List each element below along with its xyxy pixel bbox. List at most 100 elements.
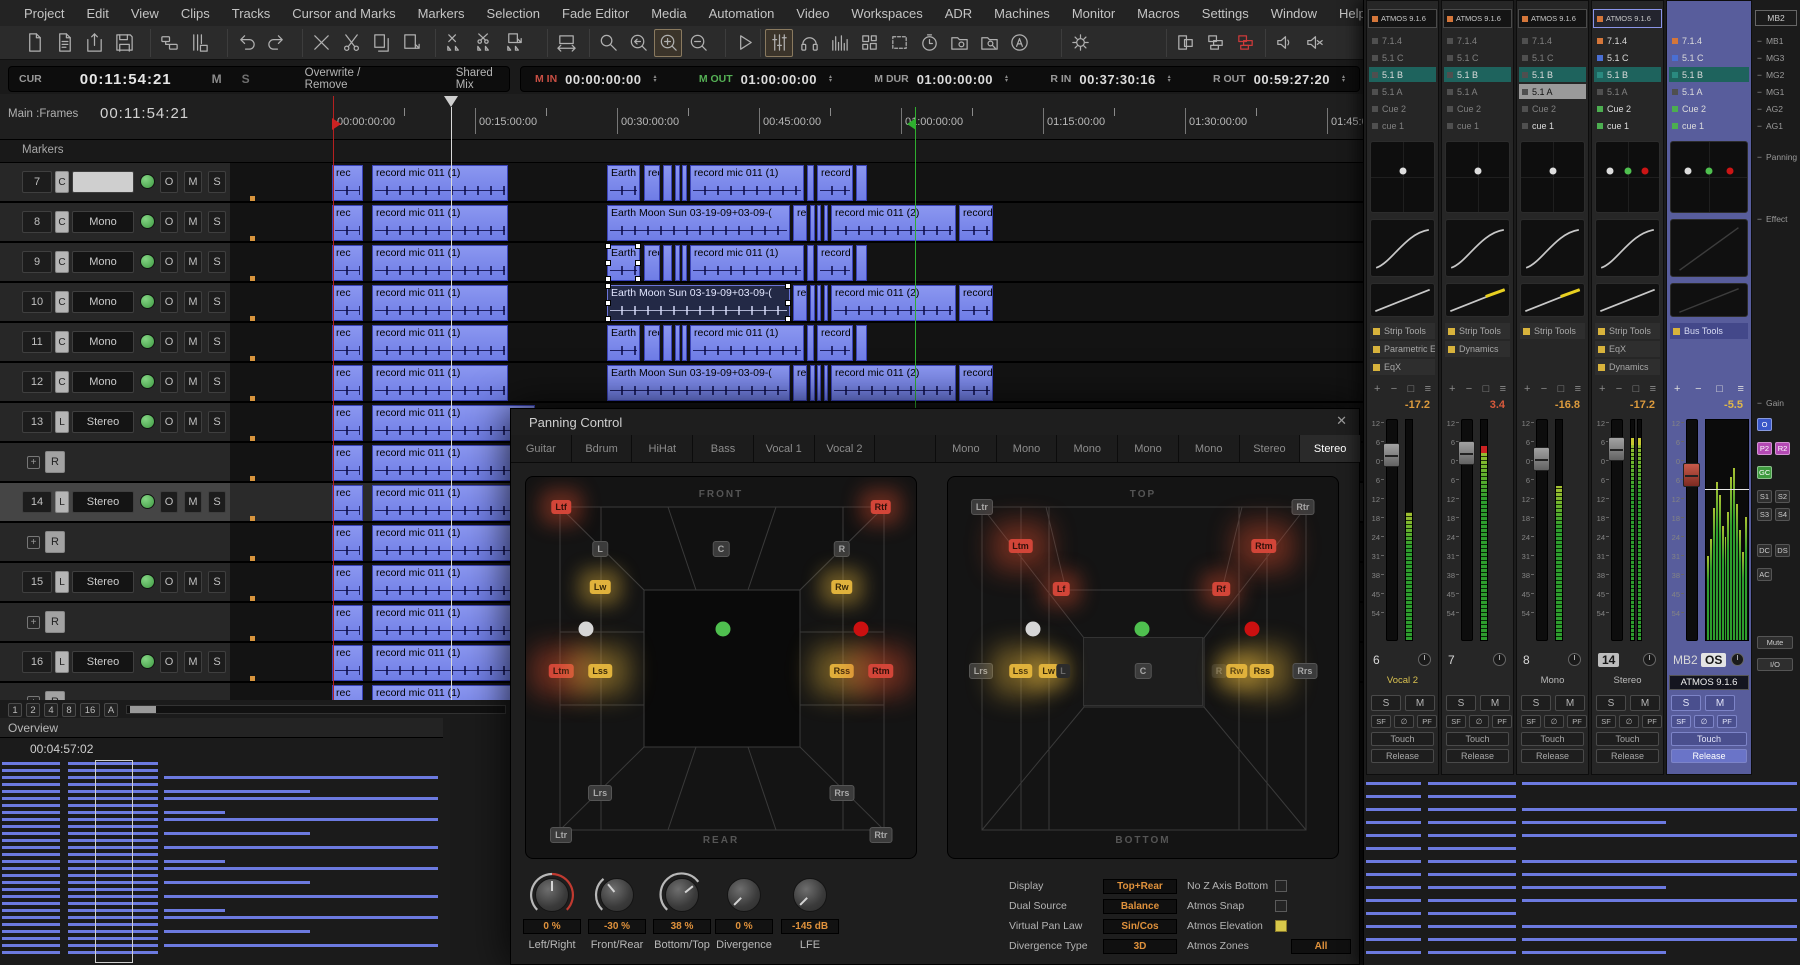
strip-header[interactable]: ATMOS 9.1.6	[1443, 9, 1512, 28]
audio-clip[interactable]: record mic 011 (2)	[831, 285, 956, 321]
pad-pan-dot[interactable]	[1706, 168, 1713, 175]
audio-clip[interactable]: Earth Moon Sun 03-19-09+03-09-(	[607, 325, 640, 361]
dialog-tab-guitar[interactable]: Guitar	[511, 435, 572, 462]
channel-mute-button[interactable]: M	[1555, 695, 1585, 711]
track-header[interactable]: 15LStereoOMS	[0, 563, 230, 601]
audio-clip[interactable]	[824, 285, 828, 321]
audio-clip[interactable]: rec	[332, 525, 363, 561]
bus-row-cue-2[interactable]: Cue 2	[1594, 101, 1661, 116]
footer-icon-1[interactable]: −	[1541, 383, 1547, 395]
audio-clip[interactable]	[682, 245, 687, 281]
track-mute-button[interactable]: M	[184, 291, 202, 313]
edit-mode-button[interactable]: Overwrite / Remove	[305, 67, 398, 91]
gain-curve-box[interactable]	[1445, 283, 1510, 317]
channel-pan-knob[interactable]	[1643, 653, 1656, 666]
audio-clip[interactable]	[856, 325, 867, 361]
bus-row-5-1-c[interactable]: 5.1 C	[1594, 50, 1661, 65]
dialog-tab-hihat[interactable]: HiHat	[632, 435, 693, 462]
audio-clip[interactable]	[810, 285, 815, 321]
track-open-button[interactable]: O	[160, 331, 178, 353]
mini-button-0[interactable]: SF	[1371, 715, 1391, 728]
dialog-tab-bdrum[interactable]: Bdrum	[572, 435, 633, 462]
rail-chip-s1[interactable]: S1	[1757, 490, 1772, 503]
strip-header[interactable]: ATMOS 9.1.6	[1368, 9, 1437, 28]
audio-clip[interactable]: Earth Moon Sun 03-19-09+03-09-(	[607, 285, 790, 321]
mini-button-0[interactable]: SF	[1671, 715, 1691, 728]
fader-handle[interactable]	[1458, 441, 1475, 465]
clip-selection-handle[interactable]	[605, 276, 611, 282]
track-header[interactable]: 9CMonoOMS	[0, 243, 230, 281]
bus-row-7-1-4[interactable]: 7.1.4	[1669, 33, 1749, 48]
clip-selection-handle[interactable]	[635, 276, 641, 282]
track-open-button[interactable]: O	[160, 211, 178, 233]
bus-row-7-1-4[interactable]: 7.1.4	[1369, 33, 1436, 48]
layers-red-icon[interactable]	[1231, 29, 1259, 57]
expand-icon[interactable]: +	[27, 456, 40, 469]
footer-icon-1[interactable]: −	[1466, 383, 1472, 395]
import-doc-icon[interactable]	[80, 29, 108, 57]
search-icon[interactable]	[594, 29, 622, 57]
bus-row-5-1-b[interactable]: 5.1 B	[1594, 67, 1661, 82]
mini-button-1[interactable]: ∅	[1544, 715, 1564, 728]
rail-item-ag2[interactable]: −AG2	[1757, 104, 1783, 114]
workspace-icon[interactable]	[855, 29, 883, 57]
audio-clip[interactable]	[682, 165, 687, 201]
release-button[interactable]: Release	[1671, 749, 1747, 763]
fader-handle[interactable]	[1608, 437, 1625, 461]
audio-clip[interactable]: record mic 011 (1)	[372, 165, 508, 201]
track-header[interactable]: +R	[0, 603, 230, 641]
bus-row-5-1-c[interactable]: 5.1 C	[1444, 50, 1511, 65]
gain-value[interactable]: -17.2	[1630, 399, 1655, 411]
layers-normal-icon[interactable]	[1171, 29, 1199, 57]
track-solo-button[interactable]: S	[208, 211, 226, 233]
bus-row-5-1-c[interactable]: 5.1 C	[1519, 50, 1586, 65]
audio-clip[interactable]: record mic 011 (1)	[644, 165, 660, 201]
audio-clip[interactable]: record mic 011 (2)	[817, 245, 853, 281]
audio-clip[interactable]: rec	[332, 205, 363, 241]
track-header[interactable]: 13LStereoOMS	[0, 403, 230, 441]
zoom-slider-handle[interactable]	[130, 706, 156, 713]
rail-item-mg1[interactable]: −MG1	[1757, 87, 1784, 97]
track-mute-button[interactable]: M	[184, 211, 202, 233]
channel-number[interactable]: 7	[1448, 653, 1455, 667]
track-open-button[interactable]: O	[160, 171, 178, 193]
rail-chip-dc[interactable]: DC	[1757, 544, 1772, 557]
mix-selector[interactable]: Shared Mix	[456, 67, 509, 91]
rail-chip-s4[interactable]: S4	[1775, 508, 1790, 521]
audio-clip[interactable]: record mic 011 (2)	[793, 285, 807, 321]
track-channel-button[interactable]: C	[55, 371, 69, 393]
channel-solo-button[interactable]: S	[1371, 695, 1401, 711]
footer-icon-0[interactable]: +	[1449, 383, 1455, 395]
mini-button-2[interactable]: PF	[1642, 715, 1662, 728]
speaker-lw[interactable]: Lw	[590, 580, 611, 594]
layers-over-icon[interactable]	[1201, 29, 1229, 57]
track-number[interactable]: 9	[22, 251, 52, 273]
pad-pan-dot[interactable]	[1474, 168, 1481, 175]
clip-selection-handle[interactable]	[605, 243, 611, 249]
channel-pan-knob[interactable]	[1731, 653, 1744, 666]
menu-item-automation[interactable]: Automation	[699, 6, 785, 21]
mini-button-1[interactable]: ∅	[1469, 715, 1489, 728]
speaker-rtm[interactable]: Rtm	[868, 664, 894, 678]
track-channel-button[interactable]: L	[55, 411, 69, 433]
option-value-virtual-pan-law[interactable]: Sin/Cos	[1103, 919, 1177, 934]
solo-button[interactable]: S	[242, 72, 250, 86]
audio-clip[interactable]	[807, 325, 814, 361]
menu-item-media[interactable]: Media	[641, 6, 696, 21]
clip-selection-handle[interactable]	[635, 243, 641, 249]
knob-divergence[interactable]	[727, 878, 761, 912]
menu-item-settings[interactable]: Settings	[1192, 6, 1259, 21]
speaker-c[interactable]: C	[713, 541, 730, 557]
mini-button-1[interactable]: ∅	[1619, 715, 1639, 728]
speaker-mute-icon[interactable]	[1300, 29, 1328, 57]
spinner-control[interactable]: ▴▾	[1005, 75, 1008, 83]
knob-value[interactable]: 38 %	[653, 919, 711, 934]
audio-clip[interactable]: record mic 011 (1)	[372, 285, 508, 321]
track-solo-button[interactable]: S	[208, 251, 226, 273]
footer-icon-3[interactable]: ≡	[1425, 383, 1431, 395]
knob-lfe[interactable]	[793, 878, 827, 912]
bus-row-5-1-a[interactable]: 5.1 A	[1594, 84, 1661, 99]
track-mute-button[interactable]: M	[184, 331, 202, 353]
bus-row-cue-1[interactable]: cue 1	[1369, 118, 1436, 133]
speaker-lrs[interactable]: Lrs	[969, 663, 993, 679]
